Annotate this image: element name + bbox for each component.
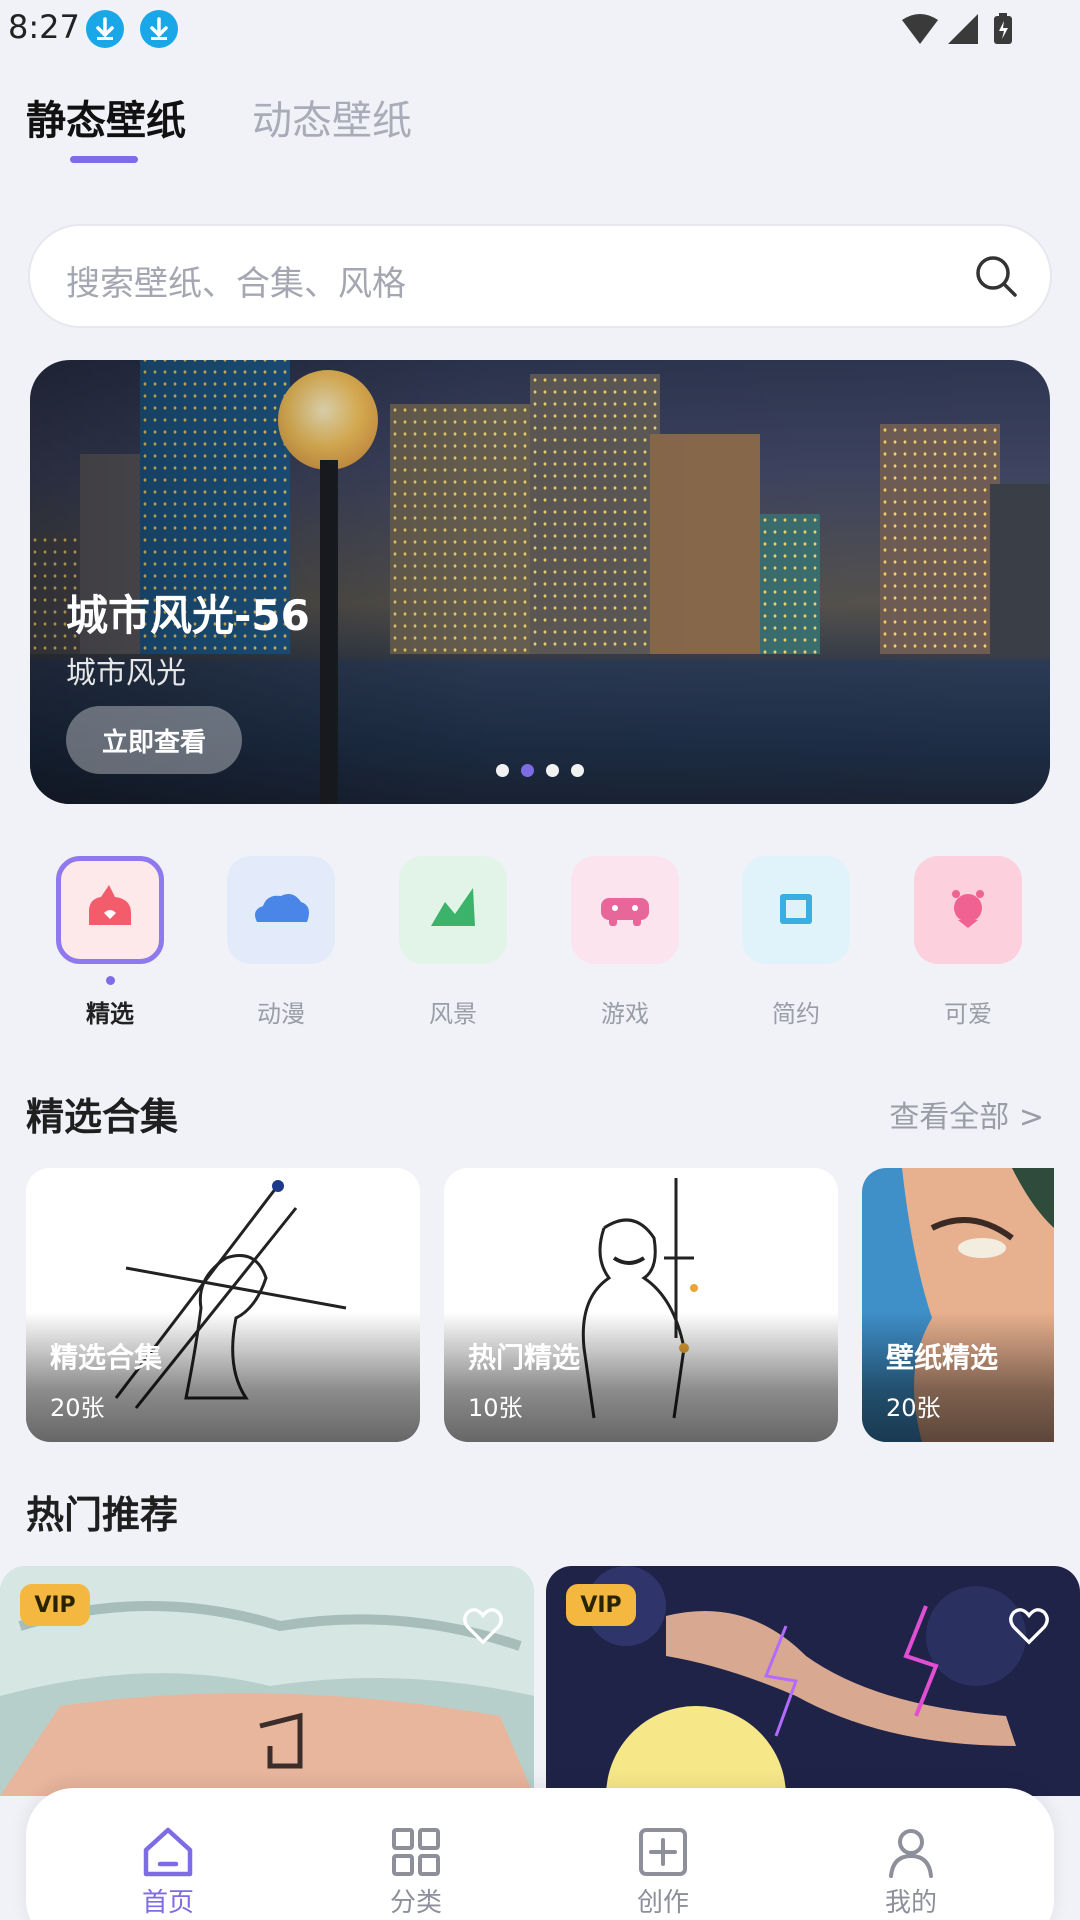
collection-count: 20张 bbox=[886, 1394, 941, 1422]
heart-icon[interactable] bbox=[460, 1602, 506, 1648]
banner-pagination bbox=[496, 764, 584, 777]
hot-card[interactable]: VIP bbox=[0, 1566, 534, 1796]
nav-category[interactable]: 分类 bbox=[346, 1788, 486, 1918]
battery-icon bbox=[994, 13, 1012, 44]
nav-label: 分类 bbox=[389, 1888, 442, 1918]
download-icon bbox=[86, 10, 124, 48]
search-input[interactable]: 搜索壁纸、合集、风格 bbox=[66, 256, 406, 305]
featured-icon bbox=[89, 885, 131, 925]
signal-icon bbox=[948, 14, 978, 44]
tab-live-wallpaper[interactable]: 动态壁纸 bbox=[252, 88, 412, 146]
nav-label: 首页 bbox=[141, 1888, 194, 1918]
view-now-button[interactable]: 立即查看 bbox=[66, 706, 242, 774]
category-label: 动漫 bbox=[257, 1000, 305, 1028]
nav-home[interactable]: 首页 bbox=[98, 1788, 238, 1918]
nav-create[interactable]: 创作 bbox=[593, 1788, 733, 1918]
plus-square-icon bbox=[639, 1828, 687, 1876]
search-icon[interactable] bbox=[972, 252, 1020, 300]
user-icon bbox=[889, 1829, 933, 1878]
collection-title: 壁纸精选 bbox=[886, 1341, 999, 1374]
mountain-icon bbox=[431, 888, 475, 926]
category-landscape[interactable]: 风景 bbox=[399, 856, 509, 1028]
category-game[interactable]: 游戏 bbox=[571, 856, 681, 1028]
pagination-dot[interactable] bbox=[571, 764, 584, 777]
status-icons bbox=[900, 12, 1020, 52]
active-indicator bbox=[106, 976, 115, 985]
cloud-icon bbox=[255, 894, 309, 922]
see-all-link[interactable]: 查看全部 > bbox=[889, 1092, 1044, 1136]
download-icon bbox=[140, 10, 178, 48]
tab-indicator bbox=[70, 156, 138, 163]
nav-profile[interactable]: 我的 bbox=[841, 1788, 981, 1918]
banner-subtitle: 城市风光 bbox=[66, 656, 186, 691]
vip-badge: VIP bbox=[566, 1584, 636, 1626]
category-featured[interactable]: 精选 bbox=[56, 856, 166, 1028]
category-label: 精选 bbox=[86, 1000, 134, 1028]
pagination-dot[interactable] bbox=[496, 764, 509, 777]
banner-title: 城市风光-56 bbox=[66, 591, 310, 640]
category-minimal[interactable]: 简约 bbox=[742, 856, 852, 1028]
category-label: 简约 bbox=[772, 1000, 820, 1028]
grid-icon bbox=[392, 1828, 440, 1876]
square-icon bbox=[780, 894, 812, 924]
hot-title: 热门推荐 bbox=[26, 1493, 179, 1537]
gamepad-icon bbox=[601, 898, 649, 926]
category-anime[interactable]: 动漫 bbox=[227, 856, 337, 1028]
collection-title: 热门精选 bbox=[468, 1341, 581, 1374]
hero-banner[interactable]: 城市风光-56 城市风光 立即查看 bbox=[30, 360, 1050, 804]
nav-label: 我的 bbox=[884, 1888, 937, 1918]
category-label: 可爱 bbox=[944, 1000, 992, 1028]
pagination-dot-active[interactable] bbox=[521, 764, 534, 777]
collection-card[interactable]: 壁纸精选 20张 bbox=[862, 1168, 1054, 1442]
hot-card[interactable]: VIP bbox=[546, 1566, 1080, 1796]
vip-badge: VIP bbox=[20, 1584, 90, 1626]
collection-title: 精选合集 bbox=[50, 1341, 163, 1374]
tab-static-wallpaper[interactable]: 静态壁纸 bbox=[26, 88, 186, 146]
status-time: 8:27 bbox=[8, 8, 80, 46]
heart-icon[interactable] bbox=[1006, 1602, 1052, 1648]
status-bar: 8:27 bbox=[0, 0, 1080, 60]
cute-icon bbox=[952, 890, 984, 928]
pagination-dot[interactable] bbox=[546, 764, 559, 777]
collections-title: 精选合集 bbox=[26, 1095, 179, 1139]
collection-card[interactable]: 精选合集 20张 bbox=[26, 1168, 420, 1442]
category-label: 风景 bbox=[429, 1000, 477, 1028]
bottom-nav: 首页 分类 创作 我的 bbox=[26, 1788, 1054, 1920]
collection-count: 20张 bbox=[50, 1394, 105, 1422]
search-bar[interactable]: 搜索壁纸、合集、风格 bbox=[28, 224, 1052, 328]
collection-count: 10张 bbox=[468, 1394, 523, 1422]
home-icon bbox=[143, 1827, 193, 1877]
nav-label: 创作 bbox=[636, 1888, 689, 1918]
collection-card[interactable]: 热门精选 10张 bbox=[444, 1168, 838, 1442]
wifi-icon bbox=[902, 14, 938, 44]
category-label: 游戏 bbox=[601, 1000, 649, 1028]
category-cute[interactable]: 可爱 bbox=[914, 856, 1024, 1028]
